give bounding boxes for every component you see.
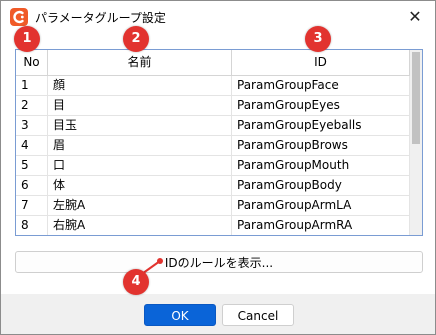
callout-leader-line [138,260,161,277]
annotation-badge-2: 2 [123,26,149,52]
annotation-badge-3: 3 [305,26,331,52]
annotation-badge-4: 4 [123,269,149,295]
callout-dot [157,258,163,264]
annotation-badge-1: 1 [14,26,40,52]
